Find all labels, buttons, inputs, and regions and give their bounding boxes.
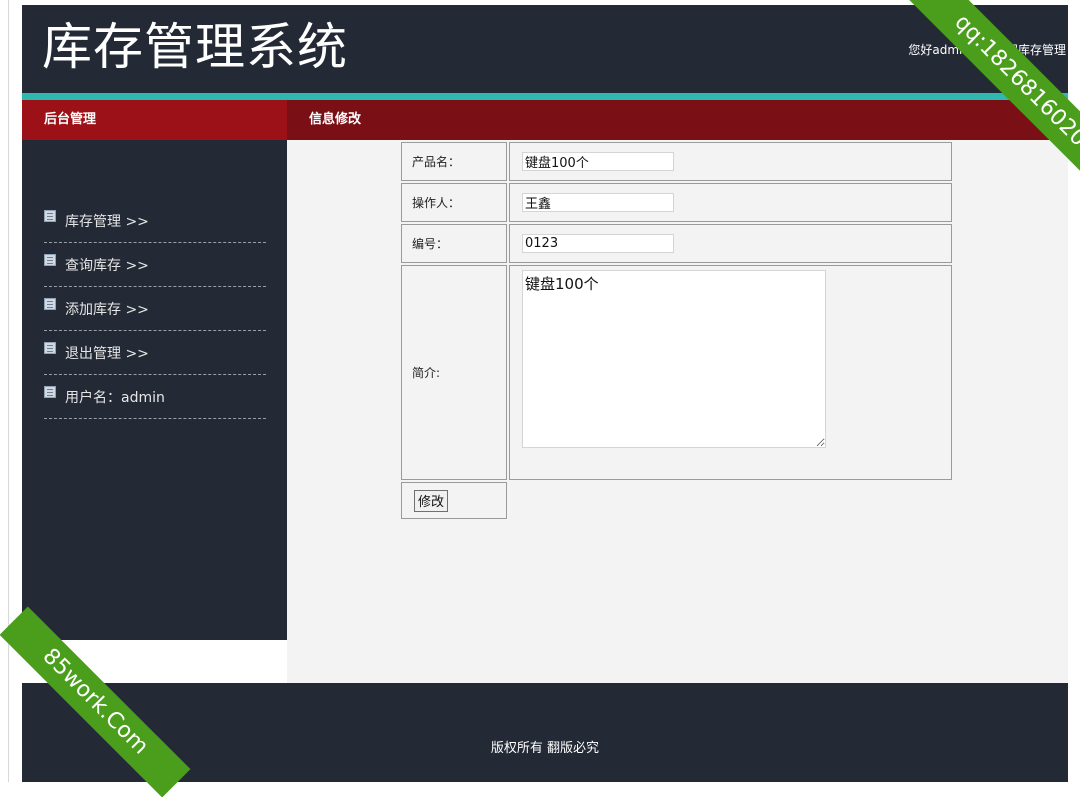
app-title: 库存管理系统: [42, 18, 348, 76]
code-label: 编号：: [401, 224, 507, 263]
product-name-cell: [509, 142, 952, 181]
sidebar-item-label: 查询库存 >>: [65, 258, 149, 274]
product-name-label: 产品名：: [401, 142, 507, 181]
form-row-code: 编号：: [401, 224, 952, 263]
footer-copyright: 版权所有 翻版必究: [490, 741, 600, 756]
intro-label: 简介:: [401, 265, 507, 480]
intro-cell: 键盘100个: [509, 265, 952, 480]
nav-sidebar-title: 后台管理: [22, 100, 287, 140]
sidebar-item-logout[interactable]: 退出管理 >>: [44, 331, 266, 375]
form-row-operator: 操作人：: [401, 183, 952, 222]
app-frame: 库存管理系统 您好admin欢迎访问库存管理 后台管理 信息修改 库存管理 >>…: [22, 5, 1068, 782]
code-cell: [509, 224, 952, 263]
sidebar-item-label: 添加库存 >>: [65, 302, 149, 318]
document-icon: [44, 298, 56, 310]
footer: 版权所有 翻版必究: [22, 683, 1068, 782]
sidebar: 库存管理 >> 查询库存 >> 添加库存 >> 退出管理 >> 用户名：admi…: [22, 140, 287, 640]
greeting-text: 您好admin欢迎访问库存管理: [908, 43, 1066, 57]
page-left-border: [8, 0, 9, 782]
document-icon: [44, 342, 56, 354]
sidebar-item-inventory-management[interactable]: 库存管理 >>: [44, 199, 266, 243]
code-input[interactable]: [522, 234, 674, 253]
operator-input[interactable]: [522, 193, 674, 212]
document-icon: [44, 254, 56, 266]
document-icon: [44, 386, 56, 398]
sidebar-item-label: 退出管理 >>: [65, 346, 149, 362]
sidebar-item-label: 库存管理 >>: [65, 214, 149, 230]
sidebar-item-label: 用户名：admin: [65, 390, 165, 406]
sidebar-item-username: 用户名：admin: [44, 375, 266, 419]
modify-button[interactable]: 修改: [414, 489, 449, 512]
nav-bar: 后台管理 信息修改: [22, 100, 1068, 140]
product-name-input[interactable]: [522, 152, 674, 171]
operator-cell: [509, 183, 952, 222]
nav-page-title: 信息修改: [309, 112, 362, 127]
form-row-product-name: 产品名：: [401, 142, 952, 181]
form-row-submit: 修改: [401, 482, 952, 519]
submit-cell: 修改: [401, 482, 507, 519]
intro-textarea[interactable]: 键盘100个: [522, 269, 826, 448]
sidebar-menu: 库存管理 >> 查询库存 >> 添加库存 >> 退出管理 >> 用户名：admi…: [44, 199, 266, 419]
operator-label: 操作人：: [401, 183, 507, 222]
main-content: 产品名： 操作人： 编号： 简介: 键盘100个: [287, 140, 1068, 683]
sidebar-item-add-inventory[interactable]: 添加库存 >>: [44, 287, 266, 331]
document-icon: [44, 210, 56, 222]
form-row-intro: 简介: 键盘100个: [401, 265, 952, 480]
header-accent-bar: [22, 93, 1068, 100]
edit-form-table: 产品名： 操作人： 编号： 简介: 键盘100个: [399, 140, 954, 521]
header: 库存管理系统 您好admin欢迎访问库存管理: [22, 5, 1068, 93]
sidebar-item-query-inventory[interactable]: 查询库存 >>: [44, 243, 266, 287]
